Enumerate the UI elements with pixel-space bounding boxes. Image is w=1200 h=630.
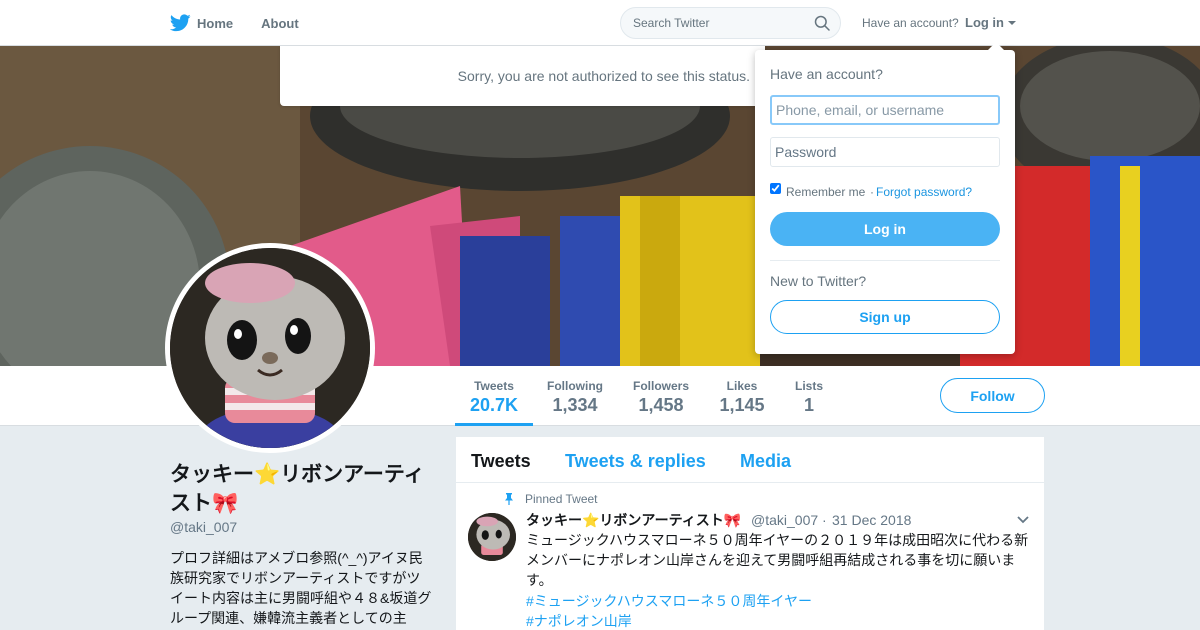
have-account-text: Have an account? — [862, 16, 959, 30]
tweet-avatar-image — [468, 513, 516, 561]
profile-avatar[interactable] — [165, 243, 375, 453]
search-box[interactable] — [620, 7, 841, 39]
tweet-author-handle[interactable]: @taki_007 — [751, 512, 818, 528]
stat-value: 1,145 — [719, 395, 765, 415]
profile-handle[interactable]: @taki_007 — [170, 519, 237, 535]
plush-toy-image — [170, 248, 370, 448]
stat-value: 1,458 — [638, 395, 684, 415]
remember-me-checkbox[interactable] — [770, 183, 781, 194]
divider — [770, 260, 1000, 261]
forgot-password-link[interactable]: Forgot password? — [876, 185, 972, 199]
tweet-avatar[interactable] — [468, 513, 516, 561]
signup-button[interactable]: Sign up — [770, 300, 1000, 334]
new-to-twitter-text: New to Twitter? — [770, 273, 867, 289]
follow-button[interactable]: Follow — [940, 378, 1045, 413]
tab-tweets-replies[interactable]: Tweets & replies — [565, 451, 706, 472]
alert-message: Sorry, you are not authorized to see thi… — [280, 46, 765, 106]
tweet-text: ミュージックハウスマローネ５０周年イヤーの２０１９年は成田昭次に代わる新メンバー… — [526, 532, 1029, 588]
stat-label: Tweets — [474, 379, 514, 393]
stat-label: Followers — [632, 379, 689, 393]
separator-dot: · — [870, 185, 874, 199]
stat-tweets[interactable]: Tweets 20.7K — [455, 366, 533, 426]
tweet-author-name[interactable]: タッキー⭐リボンアーティスト🎀 — [526, 510, 741, 530]
login-dropdown-title: Have an account? — [770, 66, 883, 82]
stat-label: Following — [547, 379, 603, 393]
stat-value: 1,334 — [552, 395, 598, 415]
hashtag-link[interactable]: #ミュージックハウスマローネ５０周年イヤー — [526, 591, 812, 611]
alert-text: Sorry, you are not authorized to see thi… — [457, 68, 750, 84]
stat-followers[interactable]: Followers 1,458 — [626, 366, 696, 426]
nav-about-link[interactable]: About — [261, 16, 299, 31]
pin-icon — [505, 493, 513, 505]
search-icon[interactable] — [814, 15, 830, 31]
twitter-bird-icon[interactable] — [170, 14, 191, 32]
login-dropdown: Have an account? Remember me · Forgot pa… — [755, 50, 1015, 354]
stat-value: 20.7K — [469, 395, 519, 415]
login-menu-link[interactable]: Log in — [965, 15, 1004, 30]
stat-following[interactable]: Following 1,334 — [540, 366, 610, 426]
tweet-separator: · — [822, 512, 827, 528]
stat-lists[interactable]: Lists 1 — [788, 366, 830, 426]
chevron-down-icon[interactable] — [1016, 515, 1030, 525]
tab-media[interactable]: Media — [740, 451, 791, 472]
stat-label: Lists — [794, 379, 823, 393]
remember-me-label[interactable]: Remember me — [786, 185, 865, 199]
profile-bio: プロフ詳細はアメブロ参照(^_^)アイヌ民族研究家でリボンアーティストですがツイ… — [170, 550, 432, 626]
password-input[interactable] — [770, 137, 1000, 167]
tab-tweets[interactable]: Tweets — [471, 451, 531, 472]
timeline-tabs: Tweets Tweets & replies Media — [456, 437, 1044, 483]
top-navigation: Home About Have an account? Log in — [0, 0, 1200, 46]
username-input[interactable] — [770, 95, 1000, 125]
profile-name[interactable]: タッキー⭐リボンアーティスト🎀 — [170, 460, 440, 518]
nav-left: Home About — [170, 0, 299, 46]
stat-value: 1 — [803, 395, 814, 415]
stat-likes[interactable]: Likes 1,145 — [712, 366, 772, 426]
dropdown-caret — [987, 42, 1005, 51]
hashtag-link[interactable]: #ナポレオン山岸 — [526, 611, 632, 630]
avatar-image — [170, 248, 370, 448]
login-button[interactable]: Log in — [770, 212, 1000, 246]
nav-home-link[interactable]: Home — [197, 16, 233, 31]
pinned-tweet-label: Pinned Tweet — [525, 492, 598, 506]
stat-label: Likes — [726, 379, 758, 393]
tweet-date[interactable]: 31 Dec 2018 — [832, 512, 911, 528]
search-input[interactable] — [633, 8, 803, 38]
caret-down-icon[interactable] — [1008, 21, 1016, 25]
timeline: Tweets Tweets & replies Media Pinned Twe… — [456, 437, 1044, 630]
